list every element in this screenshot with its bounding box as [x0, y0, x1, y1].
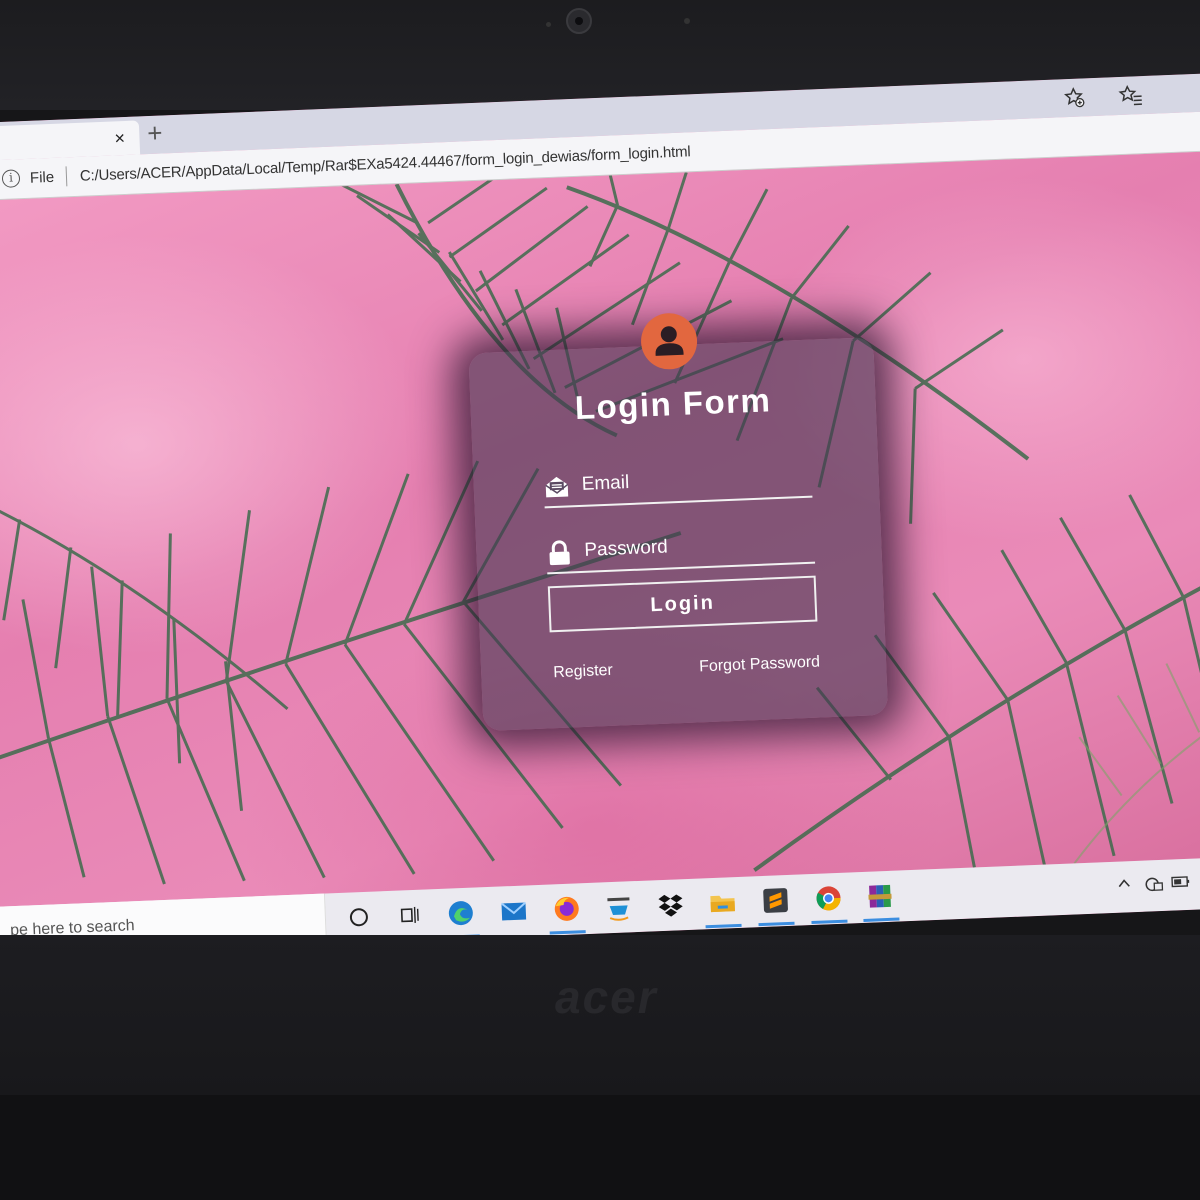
chevron-up-icon[interactable]: [1117, 876, 1132, 894]
winrar-icon[interactable]: [865, 881, 896, 912]
favorite-add-icon[interactable]: [1063, 86, 1086, 114]
close-icon[interactable]: ×: [114, 128, 125, 149]
login-button[interactable]: Login: [547, 575, 818, 633]
address-separator: [65, 166, 68, 187]
network-icon[interactable]: [1143, 875, 1164, 895]
explorer-active-indicator: [705, 923, 742, 929]
mail-icon[interactable]: [498, 895, 529, 926]
favorites-icon[interactable]: [1118, 84, 1143, 112]
page-content: Login Form Email Login Register Forgot P…: [0, 151, 1200, 907]
sublime-text-icon[interactable]: [760, 885, 791, 916]
cortana-icon[interactable]: [343, 902, 374, 933]
file-label: File: [29, 168, 55, 187]
login-card: Login Form Email Login Register Forgot P…: [468, 312, 889, 732]
forgot-password-link[interactable]: Forgot Password: [699, 653, 821, 676]
user-avatar-icon: [639, 312, 699, 371]
info-icon[interactable]: i: [1, 169, 21, 188]
email-field[interactable]: [542, 453, 813, 509]
task-view-icon[interactable]: [393, 900, 424, 931]
edge-icon[interactable]: [445, 898, 476, 929]
register-link[interactable]: Register: [553, 662, 613, 682]
lock-icon: [546, 539, 573, 566]
firefox-active-indicator: [549, 930, 586, 935]
file-explorer-icon[interactable]: [707, 887, 738, 918]
battery-icon[interactable]: [1171, 874, 1192, 892]
form-title: Login Form: [574, 381, 772, 427]
brand-logo: acer: [555, 971, 658, 1023]
camera-indicator: [684, 18, 690, 24]
camera-sensor: [546, 22, 551, 27]
password-input[interactable]: [583, 527, 810, 565]
laptop-screen: × + i File C:/Users/ACER/AppData/Local/T…: [0, 73, 1200, 958]
dropbox-icon[interactable]: [655, 889, 686, 920]
laptop-hinge: [0, 1095, 1200, 1200]
firefox-icon[interactable]: [551, 893, 582, 924]
amazon-icon[interactable]: [603, 891, 634, 922]
envelope-icon: [543, 473, 570, 500]
chrome-icon[interactable]: [813, 883, 844, 914]
winrar-active-indicator: [863, 917, 900, 922]
webcam: [566, 8, 592, 34]
chrome-active-indicator: [811, 919, 848, 925]
plus-icon[interactable]: +: [147, 117, 163, 149]
sublime-active-indicator: [758, 921, 795, 927]
password-field[interactable]: [545, 519, 816, 575]
email-input[interactable]: [581, 461, 808, 499]
